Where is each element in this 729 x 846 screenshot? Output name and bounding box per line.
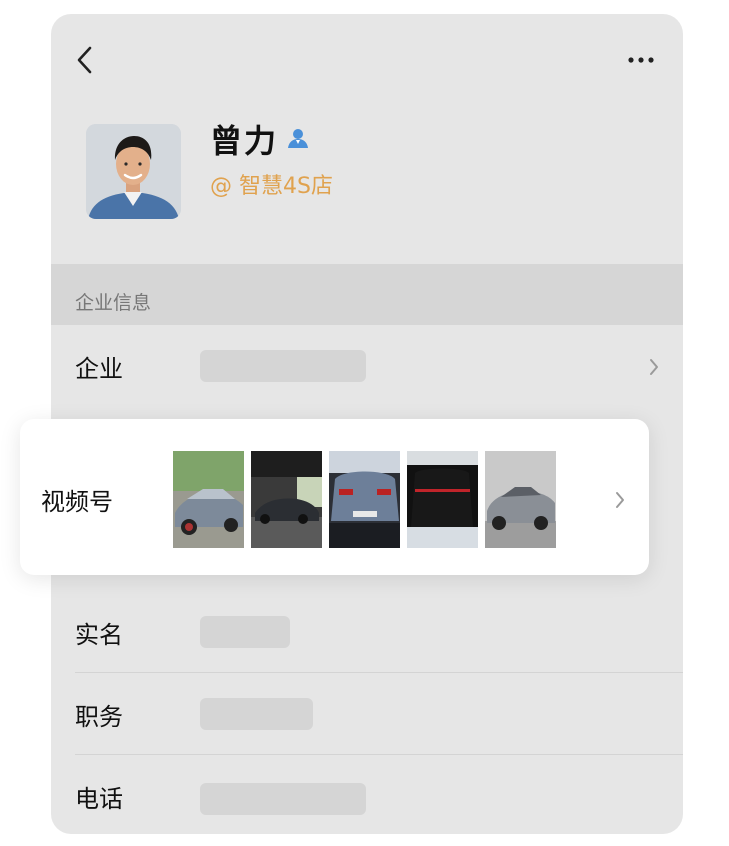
person-verified-icon [288, 129, 308, 148]
company-tag[interactable]: @ 智慧4S店 [210, 168, 333, 200]
video-thumbnail[interactable] [173, 451, 244, 548]
contact-name: 曾力 [210, 122, 279, 160]
company-value-placeholder [200, 350, 366, 382]
avatar[interactable] [86, 124, 181, 219]
avatar-photo [86, 124, 181, 219]
video-thumbnail[interactable] [251, 451, 322, 548]
chevron-right-icon [616, 492, 624, 508]
video-thumbnail[interactable] [329, 451, 400, 548]
section-header: 企业信息 [51, 264, 683, 325]
video-thumbnail[interactable] [485, 451, 556, 548]
video-thumbnail[interactable] [407, 451, 478, 548]
row-phone[interactable]: 电话 [51, 755, 683, 834]
video-channel-label: 视频号 [41, 488, 113, 516]
video-channel-row[interactable]: 视频号 [20, 419, 649, 575]
row-label-realname: 实名 [75, 621, 123, 649]
more-dots-icon[interactable] [627, 56, 655, 64]
back-chevron-icon[interactable] [73, 44, 97, 76]
section-title: 企业信息 [75, 292, 152, 314]
chevron-right-icon [650, 359, 658, 375]
realname-value-placeholder [200, 616, 290, 648]
row-label-phone: 电话 [75, 785, 123, 813]
row-realname[interactable]: 实名 [51, 591, 683, 673]
row-label-company: 企业 [75, 355, 123, 383]
row-label-position: 职务 [75, 703, 123, 731]
position-value-placeholder [200, 698, 313, 730]
row-company[interactable]: 企业 [51, 325, 683, 407]
phone-value-placeholder [200, 783, 366, 815]
row-position[interactable]: 职务 [51, 673, 683, 755]
